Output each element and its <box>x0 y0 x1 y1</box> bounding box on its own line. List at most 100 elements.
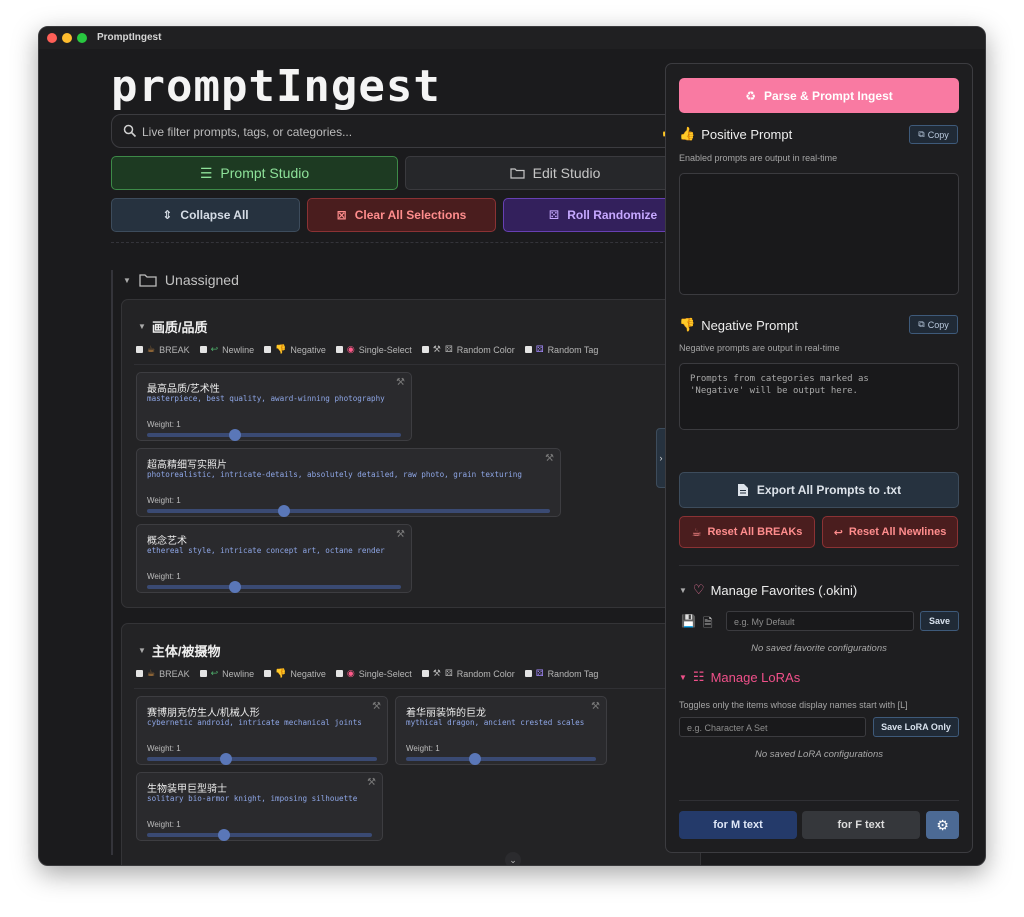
wand-icon[interactable]: ⚒ <box>396 377 405 388</box>
settings-button[interactable]: ⚙ <box>926 811 959 839</box>
checkbox[interactable] <box>524 670 532 677</box>
zoom-window-button[interactable] <box>77 33 87 43</box>
weight-slider-handle[interactable] <box>220 753 232 765</box>
checkbox[interactable] <box>421 670 429 677</box>
option-random-color[interactable]: ⚒ ⚄ Random Color <box>421 668 515 679</box>
checkbox[interactable] <box>199 670 207 677</box>
save-favorite-button[interactable]: Save <box>920 611 959 631</box>
divider <box>134 688 700 689</box>
return-icon: ↩ <box>833 526 843 539</box>
thumbs-up-icon: 👍 <box>679 126 696 141</box>
close-window-button[interactable] <box>47 33 57 43</box>
weight-slider[interactable] <box>147 753 377 765</box>
option-random-tag[interactable]: ⚄ Random Tag <box>524 668 598 679</box>
checkbox[interactable] <box>136 346 143 353</box>
minimize-window-button[interactable] <box>62 33 72 43</box>
category-header[interactable]: ▼ 主体/被摄物 <box>138 641 221 660</box>
export-all-button[interactable]: Export All Prompts to .txt <box>679 472 959 508</box>
negative-prompt-textarea[interactable]: Prompts from categories marked as 'Negat… <box>679 363 959 430</box>
checkbox[interactable] <box>335 670 343 677</box>
wand-icon[interactable]: ⚒ <box>545 453 554 464</box>
output-panel: ♻ Parse & Prompt Ingest 👍 Positive Promp… <box>665 63 973 853</box>
chevron-down-icon[interactable]: ▼ <box>679 673 687 682</box>
folder-header[interactable]: ▼ Unassigned <box>123 272 239 288</box>
prompt-card[interactable]: 生物装甲巨型骑士 ⚒ solitary bio-armor knight, im… <box>136 772 383 841</box>
tab-prompt-studio[interactable]: ☰ Prompt Studio <box>111 156 398 190</box>
checkbox[interactable] <box>136 670 143 677</box>
weight-slider[interactable] <box>406 753 596 765</box>
negative-prompt-placeholder: Prompts from categories marked as 'Negat… <box>690 374 869 396</box>
prompt-card[interactable]: 赛博朋克仿生人/机械人形 ⚒ cybernetic android, intri… <box>136 696 388 765</box>
option-break[interactable]: ☕ BREAK <box>136 668 190 679</box>
for-m-text-button[interactable]: for M text <box>679 811 797 839</box>
option-newline[interactable]: ↩ Newline <box>199 668 254 679</box>
import-file-icon[interactable]: 🗎 <box>703 614 713 635</box>
option-newline[interactable]: ↩ Newline <box>199 344 254 355</box>
wand-icon[interactable]: ⚒ <box>591 701 600 712</box>
copy-negative-button[interactable]: ⧉ Copy <box>909 315 958 334</box>
checkbox[interactable] <box>264 346 272 353</box>
option-negative[interactable]: 👎 Negative <box>264 344 326 355</box>
prompt-tags: masterpiece, best quality, award-winning… <box>147 394 385 403</box>
copy-positive-button[interactable]: ⧉ Copy <box>909 125 958 144</box>
prompt-card[interactable]: 着华丽装饰的巨龙 ⚒ mythical dragon, ancient cres… <box>395 696 607 765</box>
prompt-card[interactable]: 最高品质/艺术性 ⚒ masterpiece, best quality, aw… <box>136 372 412 441</box>
weight-slider-handle[interactable] <box>278 505 290 517</box>
weight-slider[interactable] <box>147 829 372 841</box>
weight-slider[interactable] <box>147 429 401 441</box>
checkbox[interactable] <box>524 346 532 353</box>
copy-icon: ⧉ <box>918 319 925 329</box>
option-label: Random Tag <box>547 344 599 355</box>
search-input[interactable]: Live filter prompts, tags, or categories… <box>142 125 352 139</box>
wand-icon[interactable]: ⚒ <box>372 701 381 712</box>
weight-slider-handle[interactable] <box>229 429 241 441</box>
category-header[interactable]: ▼ 画质/品质 <box>138 317 208 336</box>
option-break[interactable]: ☕ BREAK <box>136 344 190 355</box>
checkbox[interactable] <box>421 346 429 353</box>
scroll-down-button[interactable]: ⌄ <box>505 852 521 865</box>
loras-header[interactable]: ▼ ☷ Manage LoRAs <box>679 669 800 685</box>
chevron-down-icon[interactable]: ▼ <box>138 646 146 655</box>
for-f-text-button[interactable]: for F text <box>802 811 920 839</box>
wand-icon[interactable]: ⚒ <box>367 777 376 788</box>
wand-icon[interactable]: ⚒ <box>396 529 405 540</box>
option-single-select[interactable]: ◉ Single-Select <box>335 344 412 355</box>
weight-label: Weight: 1 <box>406 744 440 753</box>
save-lora-button[interactable]: Save LoRA Only <box>873 717 959 737</box>
positive-prompt-title: Positive Prompt <box>701 126 793 142</box>
prompt-card[interactable]: 超高精细写实照片 ⚒ photorealistic, intricate-det… <box>136 448 561 517</box>
checkbox[interactable] <box>264 670 272 677</box>
dice-icon: ⚄ <box>548 208 560 222</box>
weight-slider-handle[interactable] <box>229 581 241 593</box>
thumbs-down-icon: 👎 <box>679 317 696 332</box>
lora-name-input[interactable]: e.g. Character A Set <box>679 717 866 737</box>
positive-prompt-textarea[interactable] <box>679 173 959 295</box>
positive-prompt-subtitle: Enabled prompts are output in real-time <box>679 153 838 163</box>
option-single-select[interactable]: ◉ Single-Select <box>335 668 412 679</box>
chevron-down-icon[interactable]: ▼ <box>138 322 146 331</box>
chevron-down-icon[interactable]: ▼ <box>679 586 687 595</box>
checkbox[interactable] <box>199 346 207 353</box>
clear-all-selections-button[interactable]: ⊠ Clear All Selections <box>307 198 496 232</box>
prompt-card[interactable]: 概念艺术 ⚒ ethereal style, intricate concept… <box>136 524 412 593</box>
chevron-down-icon[interactable]: ▼ <box>123 276 131 285</box>
save-icon[interactable]: 💾 <box>681 614 696 628</box>
option-random-tag[interactable]: ⚄ Random Tag <box>524 344 599 355</box>
list-x-icon: ☷ <box>692 669 705 684</box>
weight-slider-handle[interactable] <box>469 753 481 765</box>
parse-prompt-ingest-button[interactable]: ♻ Parse & Prompt Ingest <box>679 78 959 113</box>
weight-slider[interactable] <box>147 581 401 593</box>
weight-slider-handle[interactable] <box>218 829 230 841</box>
checkbox[interactable] <box>335 346 343 353</box>
collapse-all-button[interactable]: ⇕ Collapse All <box>111 198 300 232</box>
search-bar[interactable]: Live filter prompts, tags, or categories… <box>111 114 691 148</box>
reset-breaks-button[interactable]: ☕ Reset All BREAKs <box>679 516 815 548</box>
option-negative[interactable]: 👎 Negative <box>264 668 326 679</box>
favorite-name-input[interactable]: e.g. My Default <box>726 611 914 631</box>
tab-edit-studio[interactable]: Edit Studio <box>405 156 705 190</box>
weight-label: Weight: 1 <box>147 820 181 829</box>
favorites-header[interactable]: ▼ ♡ Manage Favorites (.okini) <box>679 582 857 598</box>
reset-newlines-button[interactable]: ↩ Reset All Newlines <box>822 516 958 548</box>
option-random-color[interactable]: ⚒ ⚄ Random Color <box>421 344 515 355</box>
weight-slider[interactable] <box>147 505 550 517</box>
